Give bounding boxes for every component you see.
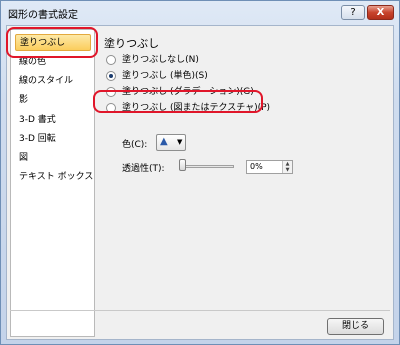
help-button[interactable]: ? (341, 5, 365, 20)
category-list: 塗りつぶし 線の色 線のスタイル 影 3-D 書式 3-D 回転 図 テキスト … (10, 29, 95, 337)
paint-bucket-icon: ▲ (160, 136, 168, 147)
transparency-slider-track[interactable] (180, 165, 234, 168)
radio-no-fill[interactable]: 塗りつぶしなし(N) (106, 53, 199, 67)
radio-label: 塗りつぶしなし(N) (122, 55, 199, 65)
format-shape-dialog: 図形の書式設定 ? X 塗りつぶし 線の色 線のスタイル 影 3-D 書式 3-… (0, 0, 400, 345)
radio-button-checked[interactable] (106, 70, 116, 81)
close-button[interactable]: 閉じる (327, 318, 384, 335)
fill-color-button[interactable]: ▲ ▼ (156, 134, 186, 151)
highlight-picture-texture-option (93, 90, 263, 113)
sidebar-item-text-box[interactable]: テキスト ボックス (15, 169, 93, 186)
window-title: 図形の書式設定 (8, 10, 78, 21)
sidebar-item-line-style[interactable]: 線のスタイル (15, 73, 91, 90)
transparency-slider-thumb[interactable] (179, 159, 186, 171)
highlight-fill-category (6, 27, 98, 58)
radio-label: 塗りつぶし (単色)(S) (122, 71, 208, 81)
sidebar-item-3d-format[interactable]: 3-D 書式 (15, 112, 91, 129)
panel-title: 塗りつぶし (104, 37, 160, 50)
dialog-body: 塗りつぶし 線の色 線のスタイル 影 3-D 書式 3-D 回転 図 テキスト … (6, 25, 394, 340)
footer-divider (10, 310, 390, 311)
fill-panel: 塗りつぶし 塗りつぶしなし(N) 塗りつぶし (単色)(S) 塗りつぶし (グラ… (100, 29, 390, 309)
radio-solid-fill[interactable]: 塗りつぶし (単色)(S) (106, 69, 208, 83)
title-bar[interactable]: 図形の書式設定 ? X (1, 1, 399, 25)
transparency-label: 透過性(T): (122, 164, 165, 174)
window-close-button[interactable]: X (367, 5, 394, 20)
sidebar-item-picture[interactable]: 図 (15, 150, 91, 167)
transparency-spinner[interactable]: 0% ▲ ▼ (246, 160, 293, 174)
color-label: 色(C): (122, 140, 148, 150)
spinner-arrows-icon[interactable]: ▲ ▼ (282, 161, 292, 173)
sidebar-item-3d-rotation[interactable]: 3-D 回転 (15, 131, 91, 148)
chevron-down-icon: ▼ (177, 138, 183, 146)
sidebar-item-shadow[interactable]: 影 (15, 92, 91, 109)
transparency-value[interactable]: 0% (250, 162, 263, 171)
radio-button[interactable] (106, 54, 116, 65)
